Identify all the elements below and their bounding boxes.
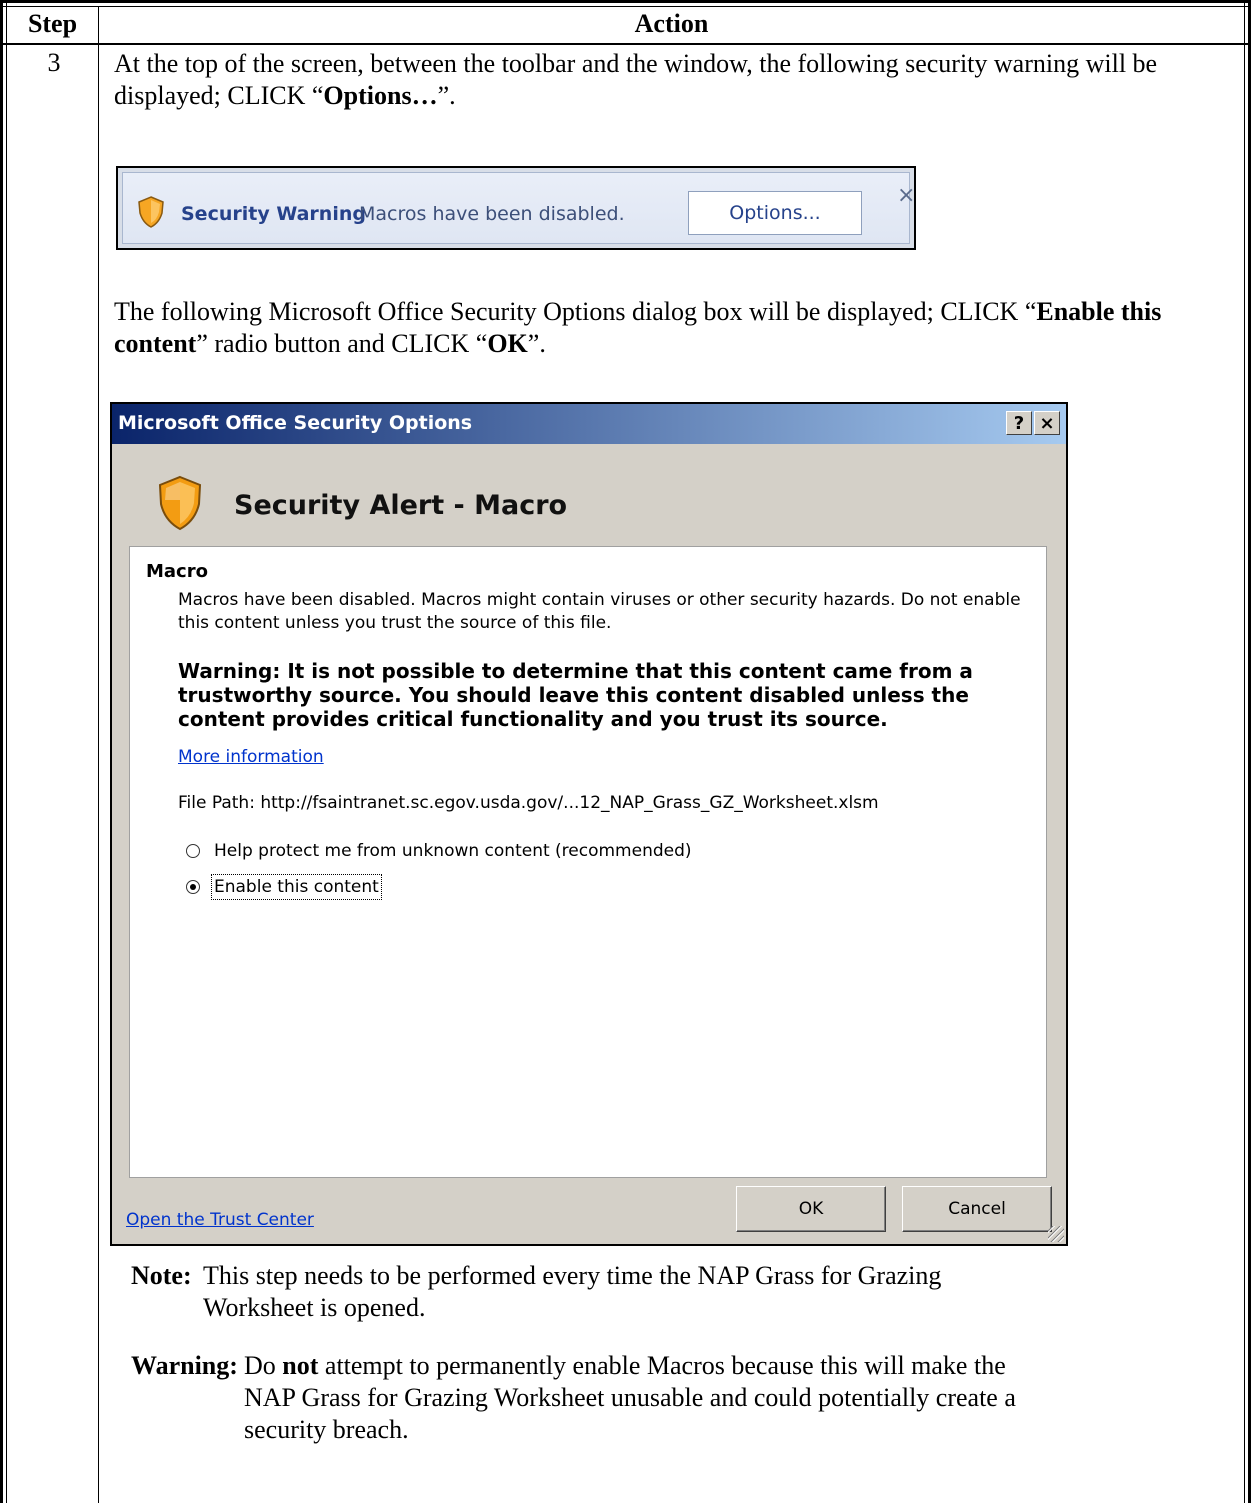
trust-center-link[interactable]: Open the Trust Center: [126, 1210, 314, 1230]
table-left-border: [0, 0, 3, 1503]
procedure-table: Step Action 3 At the top of the screen, …: [0, 0, 1251, 1503]
alert-details-panel: Macro Macros have been disabled. Macros …: [129, 546, 1047, 1178]
table-top-border: [0, 0, 1251, 3]
dialog-titlebar[interactable]: Microsoft Office Security Options ? ×: [112, 404, 1066, 444]
intro-text-end: ”.: [437, 81, 456, 110]
radio-protect-option[interactable]: Help protect me from unknown content (re…: [186, 841, 692, 861]
instructions-text-mid: ” radio button and CLICK “: [196, 329, 488, 358]
warning-label: Warning:: [131, 1351, 238, 1380]
intro-options-bold: Options…: [323, 81, 438, 110]
warning-not-bold: not: [282, 1351, 319, 1380]
security-warning-title: Security Warning: [181, 203, 366, 225]
security-options-dialog: Microsoft Office Security Options ? × Se…: [110, 402, 1068, 1246]
shield-alert-icon: [158, 475, 202, 531]
more-information-link[interactable]: More information: [178, 747, 324, 767]
header-step: Step: [27, 9, 78, 38]
ok-button[interactable]: OK: [736, 1186, 886, 1232]
cancel-button[interactable]: Cancel: [902, 1186, 1052, 1232]
radio-protect-label: Help protect me from unknown content (re…: [214, 841, 692, 861]
instructions-text-end: ”.: [527, 329, 546, 358]
intro-text: At the top of the screen, between the to…: [114, 49, 1158, 110]
dialog-instructions: The following Microsoft Office Security …: [114, 296, 1234, 360]
radio-selected-dot: [190, 884, 196, 890]
security-warning-bar: Security Warning Macros have been disabl…: [116, 166, 916, 250]
radio-protect-control[interactable]: [186, 844, 200, 858]
radio-enable-option[interactable]: Enable this content: [186, 874, 382, 900]
header-action: Action: [634, 9, 709, 38]
warning-text-post: attempt to permanently enable Macros bec…: [318, 1351, 1006, 1380]
help-button[interactable]: ?: [1006, 411, 1032, 435]
header-divider: [0, 43, 1251, 45]
shield-icon: [138, 196, 164, 228]
warning-text-pre: Do: [244, 1351, 283, 1380]
dialog-title: Microsoft Office Security Options: [118, 412, 473, 434]
close-icon[interactable]: ×: [897, 183, 915, 208]
security-warning-bar-inner: Security Warning Macros have been disabl…: [122, 172, 915, 244]
macro-description: Macros have been disabled. Macros might …: [178, 590, 1021, 633]
note-label: Note:: [131, 1261, 192, 1290]
security-warning-message: Macros have been disabled.: [359, 203, 625, 225]
warning-line-1: Do not attempt to permanently enable Mac…: [244, 1350, 1234, 1382]
macro-warning: Warning: It is not possible to determine…: [178, 659, 973, 731]
warning-line-3: security breach.: [244, 1415, 409, 1444]
warning-line-2: NAP Grass for Grazing Worksheet unusable…: [244, 1383, 1016, 1412]
table-left-border-inner: [6, 0, 7, 1503]
resize-grip[interactable]: [1048, 1226, 1064, 1242]
column-divider: [98, 6, 99, 1503]
intro-paragraph: At the top of the screen, between the to…: [114, 48, 1224, 112]
table-right-border-inner: [1244, 0, 1245, 1503]
instructions-text: The following Microsoft Office Security …: [114, 297, 1037, 326]
dialog-heading: Security Alert - Macro: [234, 490, 568, 521]
instructions-ok-bold: OK: [487, 329, 528, 358]
step-number: 3: [47, 48, 61, 77]
radio-enable-control[interactable]: [186, 880, 200, 894]
options-button[interactable]: Options...: [688, 191, 862, 235]
close-button[interactable]: ×: [1034, 411, 1060, 435]
section-label: Macro: [146, 561, 208, 582]
file-path: File Path: http://fsaintranet.sc.egov.us…: [178, 793, 879, 813]
radio-enable-label: Enable this content: [211, 874, 382, 900]
note-line-1: This step needs to be performed every ti…: [203, 1261, 942, 1290]
note-line-2: Worksheet is opened.: [203, 1293, 426, 1322]
